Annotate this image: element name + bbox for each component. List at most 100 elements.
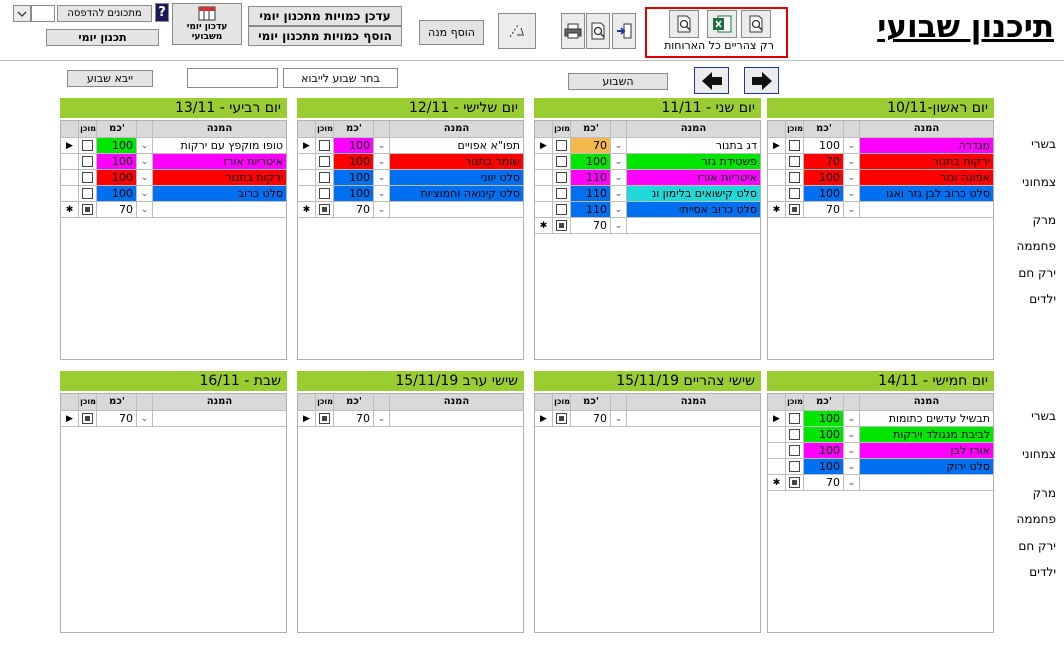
dish-field[interactable]: סלט כרוב xyxy=(153,186,286,201)
new-record-row[interactable]: ▶ 70 ⌄ xyxy=(298,411,523,427)
qty-field[interactable]: 100 xyxy=(571,154,611,169)
print-count-field[interactable] xyxy=(31,5,55,22)
table-row[interactable]: 100 ⌄ אורז לבן xyxy=(768,443,993,459)
chevron-down-icon[interactable]: ⌄ xyxy=(374,154,390,169)
row-selector[interactable] xyxy=(535,186,553,201)
row-selector[interactable] xyxy=(298,170,316,185)
new-record-row[interactable]: ▶ 70 ⌄ xyxy=(61,411,286,427)
exit-button[interactable] xyxy=(612,13,636,49)
ready-checkbox[interactable] xyxy=(553,138,571,153)
row-selector[interactable]: ▶ xyxy=(298,138,316,153)
ready-checkbox[interactable] xyxy=(786,138,804,153)
qty-field[interactable]: 100 xyxy=(804,138,844,153)
new-record-row[interactable]: ✱ 70 ⌄ xyxy=(535,218,760,234)
ready-checkbox[interactable] xyxy=(786,154,804,169)
qty-field[interactable]: 70 xyxy=(804,475,844,490)
row-selector[interactable] xyxy=(768,154,786,169)
table-row[interactable]: 100 ⌄ לביבת מנגולד וירקות xyxy=(768,427,993,443)
row-selector[interactable]: ▶ xyxy=(535,138,553,153)
row-selector[interactable] xyxy=(61,186,79,201)
chevron-down-icon[interactable]: ⌄ xyxy=(844,459,860,474)
ready-checkbox[interactable] xyxy=(786,427,804,442)
new-record-row[interactable]: ▶ 70 ⌄ xyxy=(535,411,760,427)
ready-checkbox[interactable] xyxy=(79,186,97,201)
dish-field[interactable] xyxy=(860,475,993,490)
new-record-icon[interactable]: ✱ xyxy=(535,218,553,233)
row-selector[interactable] xyxy=(298,154,316,169)
chevron-down-icon[interactable]: ⌄ xyxy=(374,186,390,201)
table-row[interactable]: 70 ⌄ ירקות בתנור xyxy=(768,154,993,170)
dish-field[interactable]: סלט כרוב אסייתי xyxy=(627,202,760,217)
new-record-row[interactable]: ✱ 70 ⌄ xyxy=(61,202,286,218)
dish-field[interactable]: סלט קישואים בלימון ונ xyxy=(627,186,760,201)
preview-button[interactable] xyxy=(586,13,610,49)
row-selector[interactable]: ▶ xyxy=(768,411,786,426)
row-selector[interactable] xyxy=(768,186,786,201)
ready-checkbox[interactable] xyxy=(786,170,804,185)
ready-checkbox[interactable] xyxy=(786,475,804,490)
qty-field[interactable]: 100 xyxy=(334,186,374,201)
ready-checkbox[interactable] xyxy=(553,202,571,217)
chevron-down-icon[interactable]: ⌄ xyxy=(374,170,390,185)
table-row[interactable]: 110 ⌄ איטריות אורז xyxy=(535,170,760,186)
table-row[interactable]: 110 ⌄ סלט קישואים בלימון ונ xyxy=(535,186,760,202)
ready-checkbox[interactable] xyxy=(553,218,571,233)
dish-field[interactable]: סלט ירוק xyxy=(860,459,993,474)
qty-field[interactable]: 70 xyxy=(571,218,611,233)
dish-field[interactable] xyxy=(627,411,760,426)
chevron-down-icon[interactable]: ⌄ xyxy=(844,170,860,185)
ready-checkbox[interactable] xyxy=(316,411,334,426)
chevron-down-icon[interactable]: ⌄ xyxy=(137,170,153,185)
table-row[interactable]: 100 ⌄ סלט כרוב xyxy=(61,186,286,202)
chevron-down-icon[interactable]: ⌄ xyxy=(844,202,860,217)
row-selector[interactable] xyxy=(768,459,786,474)
this-week-button[interactable]: השבוע xyxy=(568,73,668,90)
chevron-down-icon[interactable]: ⌄ xyxy=(611,411,627,426)
lunch-preview-button[interactable] xyxy=(669,10,699,38)
row-selector[interactable]: ▶ xyxy=(768,138,786,153)
chevron-down-icon[interactable]: ⌄ xyxy=(611,138,627,153)
qty-field[interactable]: 110 xyxy=(571,202,611,217)
row-selector[interactable] xyxy=(768,170,786,185)
table-row[interactable]: ▶ 100 ⌄ טופו מוקפץ עם ירקות xyxy=(61,138,286,154)
weekly-to-daily-update-button[interactable]: עדכון יומי משבועי xyxy=(172,3,242,45)
ready-checkbox[interactable] xyxy=(316,202,334,217)
table-row[interactable]: 100 ⌄ ירקות בתנור xyxy=(61,170,286,186)
row-selector[interactable] xyxy=(61,154,79,169)
all-meals-preview-button[interactable] xyxy=(741,10,771,38)
ready-checkbox[interactable] xyxy=(316,186,334,201)
ready-checkbox[interactable] xyxy=(786,411,804,426)
table-row[interactable]: 100 ⌄ פשטידת גזר xyxy=(535,154,760,170)
qty-field[interactable]: 70 xyxy=(571,411,611,426)
table-row[interactable]: 100 ⌄ איטריות אורז xyxy=(61,154,286,170)
import-week-input[interactable] xyxy=(187,68,278,88)
row-selector[interactable] xyxy=(535,154,553,169)
dish-field[interactable] xyxy=(153,411,286,426)
dish-field[interactable] xyxy=(390,202,523,217)
chevron-down-icon[interactable]: ⌄ xyxy=(844,443,860,458)
chevron-down-icon[interactable]: ⌄ xyxy=(374,202,390,217)
prev-week-button[interactable] xyxy=(694,67,729,94)
qty-field[interactable]: 100 xyxy=(334,170,374,185)
ready-checkbox[interactable] xyxy=(553,186,571,201)
dish-field[interactable]: איטריות אורז xyxy=(627,170,760,185)
chevron-down-icon[interactable]: ⌄ xyxy=(611,202,627,217)
chevron-down-icon[interactable]: ⌄ xyxy=(611,154,627,169)
new-record-icon[interactable]: ✱ xyxy=(61,202,79,217)
ready-checkbox[interactable] xyxy=(79,138,97,153)
dish-field[interactable]: אפונה וגזר xyxy=(860,170,993,185)
chevron-down-icon[interactable]: ⌄ xyxy=(611,170,627,185)
chevron-down-icon[interactable]: ⌄ xyxy=(137,154,153,169)
chevron-down-icon[interactable]: ⌄ xyxy=(611,218,627,233)
ready-checkbox[interactable] xyxy=(79,202,97,217)
qty-field[interactable]: 70 xyxy=(804,202,844,217)
dish-field[interactable]: אורז לבן xyxy=(860,443,993,458)
add-dish-button[interactable]: הוסף מנה xyxy=(419,20,484,45)
row-selector[interactable] xyxy=(768,427,786,442)
chevron-down-icon[interactable]: ⌄ xyxy=(844,411,860,426)
chevron-down-icon[interactable]: ⌄ xyxy=(844,138,860,153)
row-selector[interactable] xyxy=(535,170,553,185)
qty-field[interactable]: 100 xyxy=(334,154,374,169)
chevron-down-icon[interactable]: ⌄ xyxy=(374,138,390,153)
ready-checkbox[interactable] xyxy=(553,170,571,185)
